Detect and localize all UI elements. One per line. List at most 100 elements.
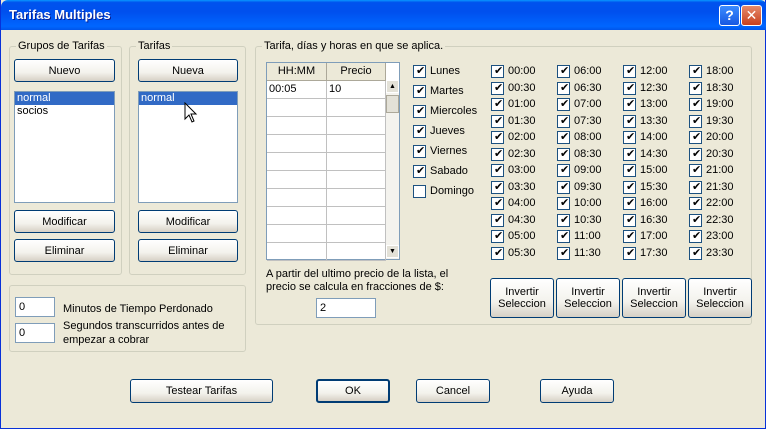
time-checkbox[interactable]: ✔	[689, 65, 702, 78]
time-checkbox[interactable]: ✔	[491, 131, 504, 144]
help-icon[interactable]: ?	[719, 5, 740, 26]
title-bar[interactable]: Tarifas Multiples ? ✕	[1, 0, 766, 30]
time-checkbox[interactable]: ✔	[557, 164, 570, 177]
grid-cell[interactable]	[267, 135, 327, 153]
time-checkbox[interactable]: ✔	[557, 114, 570, 128]
time-checkbox[interactable]: ✔	[623, 246, 636, 260]
time-checkbox[interactable]: ✔	[689, 246, 702, 260]
time-checkbox[interactable]: ✔	[623, 180, 636, 194]
time-checkbox[interactable]: ✔	[491, 147, 504, 161]
price-grid[interactable]: HH:MM Precio 00:05 10	[266, 62, 400, 261]
time-checkbox[interactable]: ✔	[689, 114, 702, 128]
grid-cell[interactable]	[327, 225, 386, 243]
time-checkbox[interactable]: ✔	[491, 230, 504, 243]
time-checkbox[interactable]: ✔	[689, 98, 702, 111]
time-checkbox[interactable]: ✔	[623, 114, 636, 128]
time-checkbox[interactable]: ✔	[689, 213, 702, 227]
time-checkbox[interactable]: ✔	[623, 98, 636, 111]
day-checkbox[interactable]: ✔	[413, 125, 426, 138]
grid-cell[interactable]	[327, 135, 386, 153]
time-checkbox[interactable]: ✔	[491, 246, 504, 260]
scroll-down-icon[interactable]: ▼	[386, 245, 399, 258]
grid-scrollbar[interactable]: ▲ ▼	[386, 80, 399, 259]
time-checkbox[interactable]: ✔	[623, 197, 636, 210]
nuevo-grupo-button[interactable]: Nuevo	[14, 59, 115, 82]
grid-cell[interactable]	[267, 189, 327, 207]
minutos-perdonados-input[interactable]: 0	[15, 297, 55, 317]
time-checkbox[interactable]: ✔	[557, 131, 570, 144]
eliminar-grupo-button[interactable]: Eliminar	[14, 239, 115, 262]
time-checkbox[interactable]: ✔	[491, 180, 504, 194]
day-checkbox[interactable]: ✔	[413, 165, 426, 178]
grid-cell[interactable]	[267, 207, 327, 225]
grid-cell[interactable]	[267, 153, 327, 171]
grupos-listbox[interactable]: normal socios	[14, 91, 115, 203]
invertir-seleccion-button[interactable]: Invertir Seleccion	[556, 278, 620, 318]
invertir-seleccion-button[interactable]: Invertir Seleccion	[622, 278, 686, 318]
cancel-button[interactable]: Cancel	[416, 379, 490, 403]
day-checkbox[interactable]: ✔	[413, 105, 426, 118]
time-checkbox[interactable]: ✔	[557, 230, 570, 243]
testear-tarifas-button[interactable]: Testear Tarifas	[130, 379, 273, 403]
time-checkbox[interactable]: ✔	[689, 131, 702, 144]
grid-cell[interactable]	[327, 243, 386, 261]
grid-header-cell[interactable]: Precio	[327, 63, 386, 81]
modificar-grupo-button[interactable]: Modificar	[14, 210, 115, 233]
time-checkbox[interactable]: ✔	[491, 98, 504, 111]
grid-cell[interactable]	[267, 171, 327, 189]
grid-cell[interactable]	[327, 171, 386, 189]
time-checkbox[interactable]: ✔	[491, 114, 504, 128]
time-checkbox[interactable]: ✔	[623, 230, 636, 243]
day-checkbox[interactable]	[413, 185, 426, 198]
grupo-list-item[interactable]: socios	[15, 105, 114, 118]
grid-cell[interactable]	[267, 117, 327, 135]
time-checkbox[interactable]: ✔	[557, 246, 570, 260]
time-checkbox[interactable]: ✔	[491, 65, 504, 78]
time-checkbox[interactable]: ✔	[623, 65, 636, 78]
invertir-seleccion-button[interactable]: Invertir Seleccion	[688, 278, 752, 318]
time-checkbox[interactable]: ✔	[689, 164, 702, 177]
time-checkbox[interactable]: ✔	[623, 147, 636, 161]
segundos-input[interactable]: 0	[15, 323, 55, 343]
scroll-up-icon[interactable]: ▲	[386, 80, 399, 93]
time-checkbox[interactable]: ✔	[557, 213, 570, 227]
day-checkbox[interactable]: ✔	[413, 145, 426, 158]
time-checkbox[interactable]: ✔	[491, 197, 504, 210]
time-checkbox[interactable]: ✔	[689, 180, 702, 194]
grid-cell[interactable]	[327, 117, 386, 135]
eliminar-tarifa-button[interactable]: Eliminar	[138, 239, 238, 262]
time-checkbox[interactable]: ✔	[557, 65, 570, 78]
scroll-thumb[interactable]	[386, 95, 399, 113]
ayuda-button[interactable]: Ayuda	[540, 379, 614, 403]
close-icon[interactable]: ✕	[741, 5, 762, 26]
time-checkbox[interactable]: ✔	[557, 147, 570, 161]
time-checkbox[interactable]: ✔	[623, 131, 636, 144]
time-checkbox[interactable]: ✔	[557, 180, 570, 194]
grid-cell[interactable]: 00:05	[267, 81, 327, 99]
fraction-input[interactable]: 2	[316, 298, 376, 318]
time-checkbox[interactable]: ✔	[557, 197, 570, 210]
grid-header-cell[interactable]: HH:MM	[267, 63, 327, 81]
grid-cell[interactable]	[327, 153, 386, 171]
grid-cell[interactable]: 10	[327, 81, 386, 99]
grid-cell[interactable]	[327, 207, 386, 225]
modificar-tarifa-button[interactable]: Modificar	[138, 210, 238, 233]
time-checkbox[interactable]: ✔	[623, 213, 636, 227]
time-checkbox[interactable]: ✔	[689, 147, 702, 161]
day-checkbox[interactable]: ✔	[413, 85, 426, 98]
ok-button[interactable]: OK	[316, 379, 390, 403]
time-checkbox[interactable]: ✔	[689, 230, 702, 243]
time-checkbox[interactable]: ✔	[623, 81, 636, 95]
grid-cell[interactable]	[267, 243, 327, 261]
grid-cell[interactable]	[267, 225, 327, 243]
time-checkbox[interactable]: ✔	[491, 164, 504, 177]
time-checkbox[interactable]: ✔	[557, 81, 570, 95]
time-checkbox[interactable]: ✔	[491, 213, 504, 227]
time-checkbox[interactable]: ✔	[623, 164, 636, 177]
invertir-seleccion-button[interactable]: Invertir Seleccion	[490, 278, 554, 318]
time-checkbox[interactable]: ✔	[689, 81, 702, 95]
time-checkbox[interactable]: ✔	[557, 98, 570, 111]
nueva-tarifa-button[interactable]: Nueva	[138, 59, 238, 82]
grid-cell[interactable]	[327, 99, 386, 117]
grupo-list-item[interactable]: normal	[15, 92, 114, 105]
